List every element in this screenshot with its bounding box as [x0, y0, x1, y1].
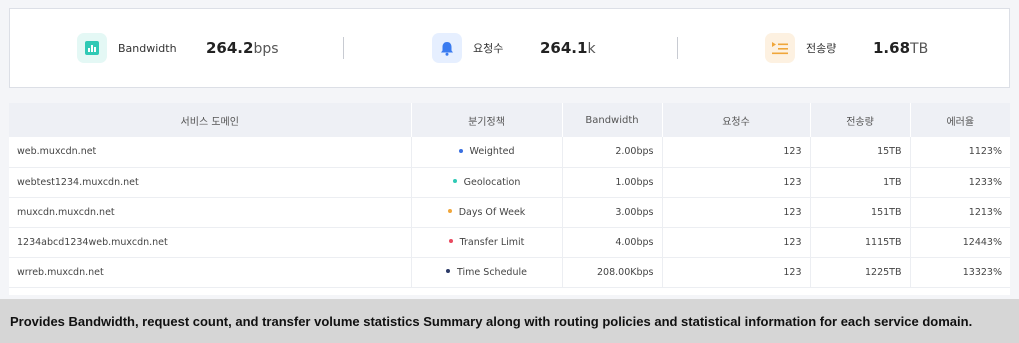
cell-bandwidth: 208.00Kbps [562, 257, 663, 287]
cell-transfer: 1TB [810, 167, 911, 197]
stat-transfer: 전송량 1.68TB [765, 29, 928, 67]
cell-bandwidth: 4.00bps [562, 227, 663, 257]
cell-error-rate: 1213% [968, 206, 1002, 218]
cell-error-rate: 1233% [968, 176, 1002, 188]
stat-requests: 요청수 264.1k [432, 29, 596, 67]
column-header-policy[interactable]: 분기정책 [411, 103, 563, 137]
stat-value: 264.2bps [206, 39, 279, 57]
cell-policy: Days Of Week [411, 197, 563, 227]
cell-domain[interactable]: webtest1234.muxcdn.net [9, 167, 412, 197]
divider [677, 37, 678, 59]
cell-requests: 123 [662, 257, 811, 287]
cell-bandwidth: 3.00bps [562, 197, 663, 227]
table-row[interactable]: web.muxcdn.net Weighted 2.00bps 123 15TB… [9, 137, 1010, 167]
column-header-transfer[interactable]: 전송량 [810, 103, 911, 137]
cell-policy: Time Schedule [411, 257, 563, 287]
stat-label: Bandwidth [118, 41, 177, 55]
cell-domain[interactable]: 1234abcd1234web.muxcdn.net [9, 227, 412, 257]
cell-policy: Weighted [411, 137, 563, 167]
bell-icon [432, 33, 462, 63]
cell-domain[interactable]: web.muxcdn.net [9, 137, 412, 167]
divider [343, 37, 344, 59]
caption-text: Provides Bandwidth, request count, and t… [10, 313, 973, 329]
cell-transfer: 15TB [810, 137, 911, 167]
stat-value: 1.68TB [873, 39, 929, 57]
stat-bandwidth: Bandwidth 264.2bps [77, 29, 279, 67]
column-header-domain[interactable]: 서비스 도메인 [9, 103, 412, 137]
cell-error-rate: 12443% [962, 236, 1002, 248]
status-dot-icon [458, 148, 463, 153]
column-header-requests[interactable]: 요청수 [662, 103, 811, 137]
cell-transfer: 1225TB [810, 257, 911, 287]
cell-requests: 123 [662, 167, 811, 197]
table-row[interactable]: 1234abcd1234web.muxcdn.net Transfer Limi… [9, 227, 1010, 257]
cell-domain[interactable]: wrreb.muxcdn.net [9, 257, 412, 287]
status-dot-icon [446, 269, 451, 273]
bar-chart-icon [77, 33, 107, 63]
cell-error-rate: 1123% [968, 146, 1002, 158]
cell-policy: Geolocation [411, 167, 563, 197]
cell-transfer: 151TB [810, 197, 911, 227]
status-dot-icon [452, 179, 457, 183]
stat-label: 요청수 [473, 42, 504, 55]
table-row[interactable]: muxcdn.muxcdn.net Days Of Week 3.00bps 1… [9, 197, 1010, 227]
column-header-error-rate[interactable]: 에러율 [910, 103, 1010, 137]
cell-policy: Transfer Limit [411, 227, 563, 257]
status-dot-icon [447, 209, 452, 213]
cell-bandwidth: 2.00bps [562, 137, 663, 167]
table-row[interactable]: wrreb.muxcdn.net Time Schedule 208.00Kbp… [9, 257, 1010, 287]
stat-label: 전송량 [806, 42, 837, 55]
cell-requests: 123 [662, 197, 811, 227]
cell-requests: 123 [662, 137, 811, 167]
cell-transfer: 1115TB [810, 227, 911, 257]
stat-value: 264.1k [540, 39, 596, 57]
list-play-icon [765, 33, 795, 63]
cell-requests: 123 [662, 227, 811, 257]
table-row[interactable]: webtest1234.muxcdn.net Geolocation 1.00b… [9, 167, 1010, 197]
column-header-bandwidth[interactable]: Bandwidth [562, 103, 663, 137]
summary-card: Bandwidth 264.2bps 요청수 264.1k 전송량 1.68TB [9, 8, 1010, 88]
cell-error-rate: 13323% [962, 266, 1002, 278]
caption-bar: Provides Bandwidth, request count, and t… [0, 299, 1019, 343]
cell-bandwidth: 1.00bps [562, 167, 663, 197]
status-dot-icon [448, 239, 453, 243]
table-header-row: 서비스 도메인 분기정책 Bandwidth 요청수 전송량 에러율 [9, 103, 1010, 137]
cell-domain[interactable]: muxcdn.muxcdn.net [9, 197, 412, 227]
domain-table: 서비스 도메인 분기정책 Bandwidth 요청수 전송량 에러율 web.m… [9, 103, 1010, 295]
